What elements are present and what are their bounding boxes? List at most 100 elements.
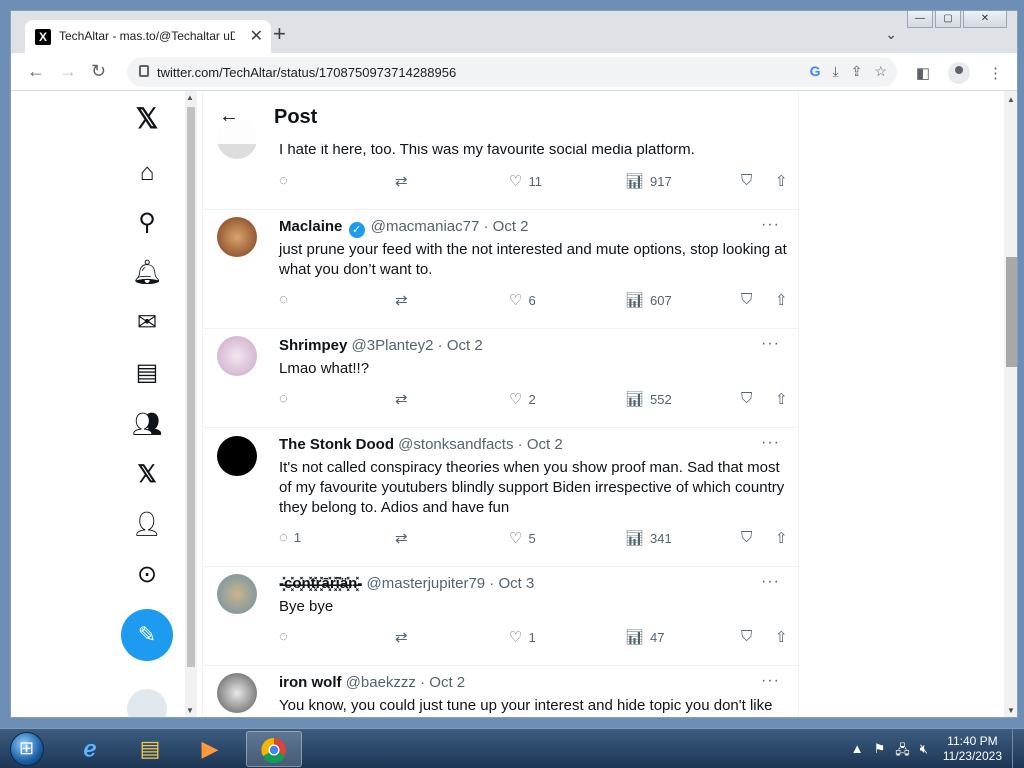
share-button[interactable]: ⇧ (775, 172, 794, 190)
like-button[interactable]: ♡ 2 (509, 390, 536, 408)
start-button[interactable] (4, 729, 48, 768)
bookmark-star-icon[interactable]: ☆ (874, 63, 887, 80)
author-handle[interactable]: @stonksandfacts (398, 436, 513, 453)
network-icon[interactable]: 🖧︎ (895, 741, 910, 763)
reply-avatar[interactable] (217, 673, 257, 713)
repost-button[interactable]: ⇄ (395, 291, 414, 309)
action-center-flag-icon[interactable]: ⚑ (874, 741, 886, 763)
scroll-thumb[interactable] (1006, 257, 1017, 367)
views-button[interactable]: 📊︎ 552 (625, 390, 672, 408)
reply-button[interactable]: ◌ 1 (279, 529, 301, 546)
reply-item[interactable]: Maclaine ✓ @macmaniac77 · Oct 2 ··· just… (203, 210, 798, 329)
notifications-bell-icon[interactable]: 🔔︎ (121, 253, 173, 293)
new-tab-button[interactable]: + (273, 23, 286, 45)
reply-avatar[interactable] (217, 574, 257, 614)
repost-button[interactable]: ⇄ (395, 390, 414, 408)
compose-post-button[interactable]: ✎ (121, 609, 173, 661)
close-tab-icon[interactable]: ✕ (250, 26, 263, 46)
reply-button[interactable]: ◌ (279, 390, 294, 407)
bookmark-button[interactable]: ⛉ (741, 628, 758, 645)
media-player-icon[interactable]: ▶ (182, 731, 238, 767)
reply-item[interactable]: -̶̶͓̽c̶̶͓̽o̶̶͓̽n̶̶͓̽t̶̶͓̽r̶̶͓̽ā̶̶͓̽r̶̶͓̽… (203, 567, 798, 666)
install-app-icon[interactable]: ⤓ (833, 63, 839, 80)
reply-item[interactable]: Shrimpey @3Plantey2 · Oct 2 ··· Lmao wha… (203, 329, 798, 428)
communities-icon[interactable]: 👥︎ (121, 405, 173, 445)
author-name[interactable]: -̶̶͓̽c̶̶͓̽o̶̶͓̽n̶̶͓̽t̶̶͓̽r̶̶͓̽ā̶̶͓̽r̶̶͓̽… (279, 575, 362, 592)
browser-tab[interactable]: X TechAltar - mas.to/@Techaltar uD ✕ (25, 20, 271, 53)
views-button[interactable]: 📊︎ 917 (625, 172, 672, 190)
reply-item[interactable]: The Stonk Dood @stonksandfacts · Oct 2 ·… (203, 428, 798, 567)
share-button[interactable]: ⇧ (775, 529, 794, 547)
reply-button[interactable]: ◌ (279, 291, 294, 308)
author-name[interactable]: iron wolf (279, 674, 342, 691)
google-lens-icon[interactable]: G (810, 63, 821, 80)
page-scrollbar[interactable]: ▲ ▼ (1004, 91, 1017, 717)
tab-search-icon[interactable]: ⌄ (885, 26, 897, 43)
bookmark-button[interactable]: ⛉ (741, 390, 758, 407)
sidebar-scrollbar[interactable]: ▲ ▼ (185, 91, 197, 717)
maximize-button[interactable]: ▢ (935, 11, 961, 28)
side-panel-icon[interactable]: ◧ (916, 64, 930, 82)
forward-icon[interactable]: → (59, 61, 77, 81)
author-handle[interactable]: @macmaniac77 (371, 218, 480, 235)
show-desktop-button[interactable] (1012, 729, 1024, 768)
share-button[interactable]: ⇧ (775, 390, 794, 408)
reply-button[interactable]: ◌ (279, 172, 294, 189)
author-handle[interactable]: @3Plantey2 (352, 337, 434, 354)
reply-avatar[interactable] (217, 436, 257, 476)
author-name[interactable]: Maclaine (279, 218, 342, 235)
scroll-thumb[interactable] (187, 107, 195, 667)
bookmark-button[interactable]: ⛉ (741, 291, 758, 308)
post-date[interactable]: Oct 2 (429, 674, 465, 691)
more-circle-icon[interactable]: ⊙ (121, 555, 173, 595)
scroll-down-icon[interactable]: ▼ (1007, 706, 1015, 715)
messages-envelope-icon[interactable]: ✉ (121, 303, 173, 343)
profile-icon[interactable] (948, 62, 970, 84)
back-arrow-icon[interactable]: ← (219, 105, 239, 128)
show-hidden-icons-icon[interactable]: ▲ (851, 741, 864, 763)
account-avatar[interactable] (127, 689, 167, 717)
reload-icon[interactable]: ↻ (91, 61, 106, 81)
chrome-taskbar-icon[interactable] (246, 731, 302, 767)
minimize-button[interactable]: — (907, 11, 933, 28)
more-options-icon[interactable]: ··· (761, 573, 780, 591)
system-clock[interactable]: 11:40 PM 11/23/2023 (943, 734, 1002, 764)
more-options-icon[interactable]: ··· (761, 434, 780, 452)
address-bar[interactable]: twitter.com/TechAltar/status/17087509737… (127, 57, 897, 87)
repost-button[interactable]: ⇄ (395, 628, 414, 646)
home-icon[interactable]: ⌂ (121, 153, 173, 193)
like-button[interactable]: ♡ 5 (509, 529, 536, 547)
share-button[interactable]: ⇧ (775, 628, 794, 646)
reply-avatar[interactable] (217, 217, 257, 257)
like-button[interactable]: ♡ 1 (509, 628, 536, 646)
like-button[interactable]: ♡ 11 (509, 172, 542, 190)
post-date[interactable]: Oct 3 (498, 575, 534, 592)
close-window-button[interactable]: ✕ (963, 11, 1007, 28)
x-logo-icon[interactable]: 𝕏 (121, 99, 173, 139)
author-name[interactable]: The Stonk Dood (279, 436, 394, 453)
share-button[interactable]: ⇧ (775, 291, 794, 309)
post-date[interactable]: Oct 2 (447, 337, 483, 354)
scroll-up-icon[interactable]: ▲ (186, 93, 194, 102)
views-button[interactable]: 📊︎ 607 (625, 291, 672, 309)
post-date[interactable]: Oct 2 (493, 218, 529, 235)
like-button[interactable]: ♡ 6 (509, 291, 536, 309)
views-button[interactable]: 📊︎ 47 (625, 628, 665, 646)
post-date[interactable]: Oct 2 (527, 436, 563, 453)
back-icon[interactable]: ← (27, 61, 45, 81)
lists-icon[interactable]: ▤ (121, 353, 173, 393)
author-name[interactable]: Shrimpey (279, 337, 347, 354)
reply-button[interactable]: ◌ (279, 628, 294, 645)
author-handle[interactable]: @masterjupiter79 (367, 575, 486, 592)
more-options-icon[interactable]: ··· (761, 335, 780, 353)
reply-avatar[interactable] (217, 336, 257, 376)
scroll-up-icon[interactable]: ▲ (1007, 95, 1015, 104)
repost-button[interactable]: ⇄ (395, 529, 414, 547)
views-button[interactable]: 📊︎ 341 (625, 529, 672, 547)
reply-item[interactable]: iron wolf @baekzzz · Oct 2 ··· You know,… (203, 666, 798, 717)
share-icon[interactable]: ⇪ (851, 63, 863, 80)
scroll-down-icon[interactable]: ▼ (186, 706, 194, 715)
internet-explorer-icon[interactable]: ℯ (62, 731, 118, 767)
premium-x-icon[interactable]: 𝕏 (121, 455, 173, 495)
menu-icon[interactable]: ⋮ (988, 64, 1003, 82)
